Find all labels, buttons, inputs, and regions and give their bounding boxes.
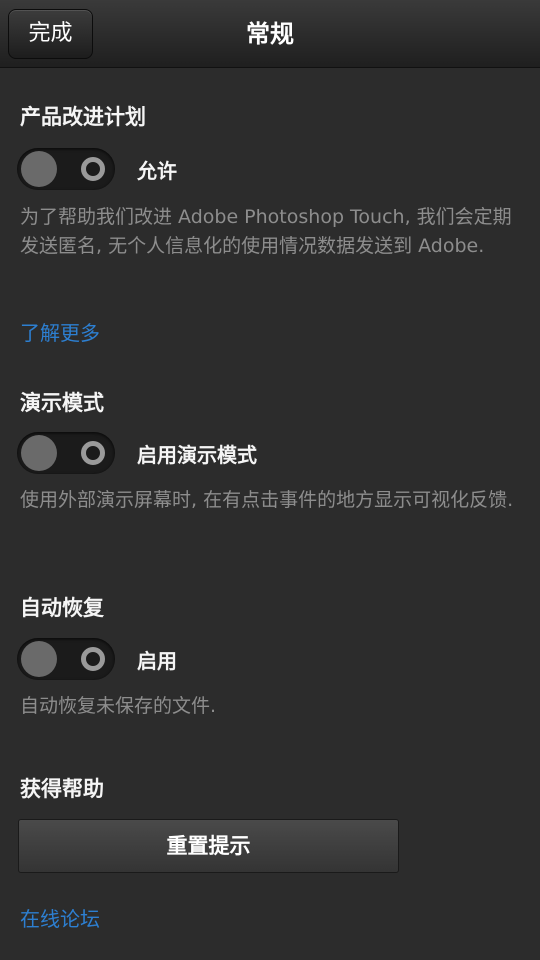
improvement-description: 为了帮助我们改进 Adobe Photoshop Touch, 我们会定期发送匿… bbox=[20, 206, 512, 257]
section-title-improvement: 产品改进计划 bbox=[20, 105, 146, 129]
reset-tips-button[interactable]: 重置提示 bbox=[18, 819, 399, 873]
demo-mode-toggle-label: 启用演示模式 bbox=[137, 443, 257, 467]
autorecover-description: 自动恢复未保存的文件. bbox=[20, 695, 217, 717]
improvement-toggle[interactable] bbox=[17, 148, 115, 190]
section-title-help: 获得帮助 bbox=[20, 777, 104, 801]
toggle-knob bbox=[21, 151, 57, 187]
toggle-off-indicator-icon bbox=[81, 647, 105, 671]
demo-mode-description: 使用外部演示屏幕时, 在有点击事件的地方显示可视化反馈. bbox=[20, 489, 514, 511]
autorecover-toggle[interactable] bbox=[17, 638, 115, 680]
learn-more-link[interactable]: 了解更多 bbox=[20, 317, 100, 346]
online-forum-link[interactable]: 在线论坛 bbox=[20, 903, 100, 932]
improvement-toggle-label: 允许 bbox=[137, 159, 177, 183]
autorecover-toggle-label: 启用 bbox=[137, 649, 177, 673]
demo-mode-toggle[interactable] bbox=[17, 432, 115, 474]
toggle-off-indicator-icon bbox=[81, 441, 105, 465]
top-bar: 完成 常规 bbox=[0, 0, 540, 68]
toggle-knob bbox=[21, 641, 57, 677]
done-button[interactable]: 完成 bbox=[8, 9, 93, 59]
section-title-demo: 演示模式 bbox=[20, 391, 104, 415]
section-title-autorecover: 自动恢复 bbox=[20, 596, 104, 620]
toggle-off-indicator-icon bbox=[81, 157, 105, 181]
toggle-knob bbox=[21, 435, 57, 471]
